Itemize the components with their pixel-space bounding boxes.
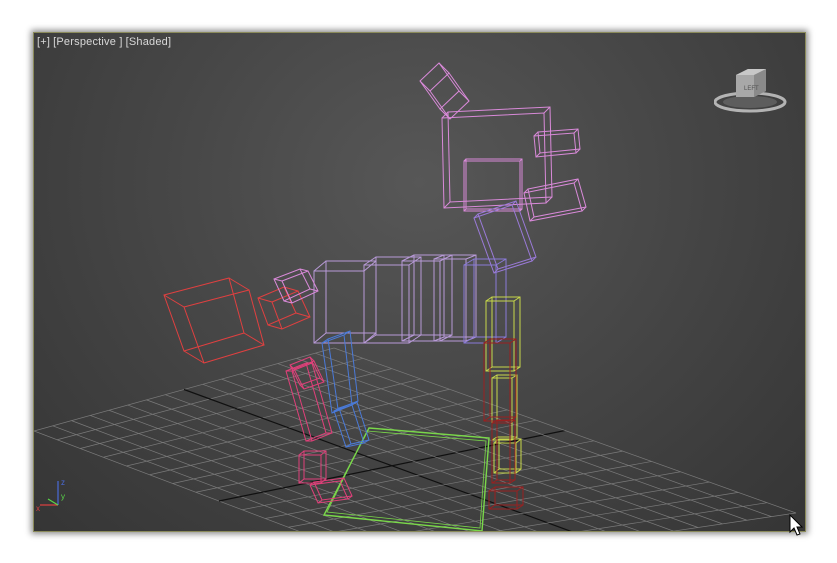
grid-line bbox=[146, 399, 503, 531]
viewcube-face-label: LEFT bbox=[744, 86, 759, 92]
grid-line bbox=[221, 378, 640, 531]
back-leg-left-foot[interactable] bbox=[298, 450, 327, 484]
grid-line bbox=[242, 440, 594, 511]
mouse-pointer-icon bbox=[789, 514, 804, 536]
front-leg-left-upper[interactable] bbox=[485, 296, 521, 372]
grid-axis-line bbox=[183, 388, 572, 531]
head-jaw-bone[interactable] bbox=[523, 178, 587, 222]
head-bone[interactable] bbox=[441, 106, 553, 209]
axis-tripod-icon: z y x bbox=[36, 478, 65, 513]
viewcube-icon[interactable]: LEFT bbox=[714, 67, 794, 119]
tail-bone-2[interactable] bbox=[257, 286, 311, 330]
head-ear-bone[interactable] bbox=[533, 128, 581, 158]
spine-bone-2[interactable] bbox=[363, 256, 422, 344]
scene-canvas[interactable] bbox=[34, 33, 805, 531]
head-top-bone[interactable] bbox=[419, 62, 470, 120]
grid-line bbox=[258, 368, 699, 528]
grid-line bbox=[52, 425, 333, 531]
perspective-viewport[interactable]: [+] [Perspective ] [Shaded] LEFT z y x bbox=[33, 32, 806, 532]
ground-grid bbox=[34, 347, 797, 531]
grid-line bbox=[296, 358, 748, 521]
grid-line bbox=[265, 450, 623, 519]
back-leg-left-toe[interactable] bbox=[309, 477, 353, 504]
viewport-point-of-view-label[interactable]: [Perspective ] bbox=[53, 36, 122, 48]
grid-line bbox=[240, 373, 674, 531]
viewport-label-bar: [+] [Perspective ] [Shaded] bbox=[37, 36, 171, 48]
viewport-shading-label[interactable]: [Shaded] bbox=[126, 36, 172, 48]
axis-x-label: x bbox=[36, 504, 40, 513]
viewport-menu-plus[interactable]: [+] bbox=[37, 36, 50, 48]
axis-z-label: z bbox=[61, 478, 65, 487]
grid-line bbox=[315, 352, 772, 517]
neck-bone[interactable] bbox=[473, 200, 537, 274]
biped-rig[interactable] bbox=[163, 62, 587, 531]
spine-bone-1[interactable] bbox=[313, 260, 377, 344]
front-leg-right-upper[interactable] bbox=[483, 338, 517, 422]
back-leg-right-foot[interactable] bbox=[333, 401, 370, 448]
grid-line bbox=[202, 383, 606, 531]
tail-bone-1[interactable] bbox=[163, 277, 265, 364]
axis-y-label: y bbox=[61, 492, 65, 501]
grid-line bbox=[71, 420, 367, 531]
